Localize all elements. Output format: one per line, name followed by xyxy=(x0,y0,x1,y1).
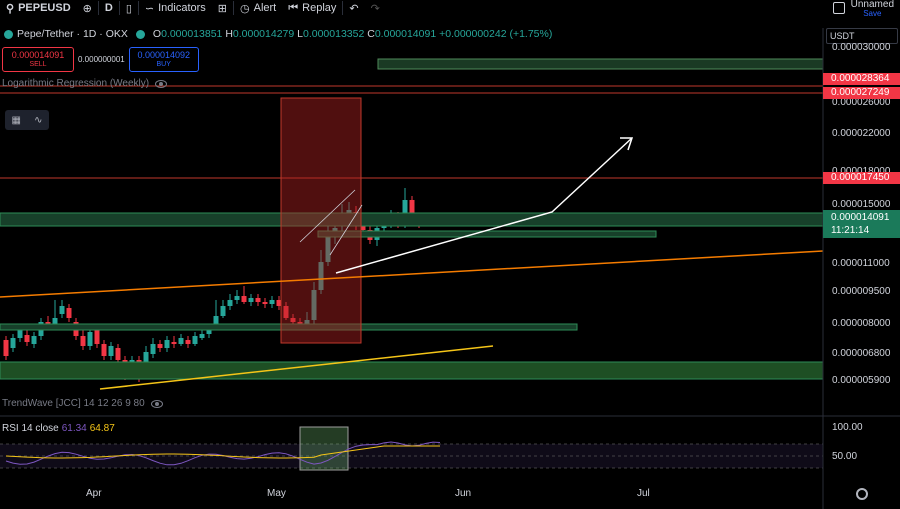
candle-body xyxy=(234,296,240,300)
layout-name-button[interactable]: Unnamed Save xyxy=(845,0,900,18)
candle-body xyxy=(192,336,198,344)
alert-button[interactable]: ◷ Alert xyxy=(234,0,282,16)
price-tick: 0.000008000 xyxy=(832,318,891,329)
wave-icon: ∿ xyxy=(34,114,43,126)
buy-button[interactable]: 0.000014092 BUY xyxy=(128,47,199,72)
price-tick: 0.000030000 xyxy=(832,42,891,53)
eye-icon[interactable] xyxy=(155,79,168,88)
rsi-tick: 50.00 xyxy=(832,451,858,462)
plus-circle-icon: ⊕ xyxy=(82,2,92,15)
price-tick: 0.000009500 xyxy=(832,286,891,297)
candle-body xyxy=(94,330,100,344)
indicator-collapse-button[interactable]: ▦ ∿ xyxy=(5,110,49,130)
price-tick: 0.000015000 xyxy=(832,199,891,210)
candle-body xyxy=(241,296,247,302)
candle-body xyxy=(185,340,191,344)
candle-body xyxy=(108,346,114,356)
rewind-icon: ⏮ xyxy=(288,1,299,14)
indicators-icon: ∽ xyxy=(144,2,155,15)
chart-canvas[interactable] xyxy=(0,0,900,509)
indicators-button[interactable]: ∽ Indicators xyxy=(139,0,212,16)
spread-value: 0.000000001 xyxy=(78,55,125,64)
candles-icon: ▯ xyxy=(125,2,132,15)
time-label: Apr xyxy=(86,488,102,499)
candle-body xyxy=(255,298,261,302)
candle-body xyxy=(171,342,177,344)
ohlc-values: O0.000013851 H0.000014279 L0.000013352 C… xyxy=(152,28,553,40)
redo-icon: ↷ xyxy=(370,2,380,15)
candle-body xyxy=(87,332,93,346)
support-zone-1 xyxy=(317,230,657,238)
time-label: Jul xyxy=(637,488,650,499)
candle-body xyxy=(115,348,121,360)
projection-arrow-line xyxy=(335,137,633,274)
alert-clock-icon: ◷ xyxy=(240,2,250,15)
candle-body xyxy=(262,302,268,304)
rsi-legend[interactable]: RSI 14 close 61.34 64.87 xyxy=(2,423,115,434)
candle-body xyxy=(164,340,170,348)
candle-body xyxy=(31,336,37,344)
pump-highlight-box xyxy=(280,97,362,344)
current-zone xyxy=(0,212,824,227)
undo-icon: ↶ xyxy=(349,2,359,15)
candle-body xyxy=(269,300,275,304)
price-tick: 0.000005900 xyxy=(832,375,891,386)
candle-body xyxy=(24,335,30,342)
menu-icon: ▦ xyxy=(11,114,21,126)
market-status-icon xyxy=(135,29,145,39)
time-label: Jun xyxy=(455,488,472,499)
rsi-tick: 100.00 xyxy=(832,422,863,433)
bottom-zone xyxy=(0,361,824,380)
price-label-resistance-2: 0.000027249 xyxy=(823,87,900,99)
bar-countdown: 11:21:14 xyxy=(831,225,870,236)
top-toolbar: ⚲ PEPEUSD ⊕ D ▯ ∽ Indicators ⊞ ◷ Alert ⏮… xyxy=(0,0,900,18)
sell-button[interactable]: 0.000014091 SELL xyxy=(2,47,74,72)
layout-checkbox[interactable] xyxy=(832,2,845,14)
redo-button[interactable]: ↷ xyxy=(365,0,386,16)
candle-body xyxy=(157,344,163,348)
trade-panel: 0.000014091 SELL 0.000000001 0.000014092… xyxy=(2,47,199,72)
candle-body xyxy=(227,300,233,306)
orange-trendline xyxy=(0,250,824,298)
log-regression-label[interactable]: Logarithmic Regression (Weekly) xyxy=(2,78,168,89)
chart-type-button[interactable]: ▯ xyxy=(120,0,138,16)
candle-body xyxy=(17,330,23,338)
price-tick: 0.000011000 xyxy=(832,258,890,269)
interval-button[interactable]: D xyxy=(99,0,119,16)
price-tick: 0.000006800 xyxy=(832,348,891,359)
candle-body xyxy=(3,340,9,356)
time-label: May xyxy=(267,488,286,499)
candle-body xyxy=(101,344,107,356)
compare-button[interactable]: ⊕ xyxy=(77,0,98,16)
eye-icon[interactable] xyxy=(150,399,163,408)
symbol-legend: Pepe/Tether · 1D · OKX O0.000013851 H0.0… xyxy=(4,28,552,40)
price-tick: 0.000022000 xyxy=(832,128,891,139)
symbol-search-button[interactable]: ⚲ PEPEUSD xyxy=(0,0,77,16)
candle-body xyxy=(59,306,65,314)
save-link[interactable]: Save xyxy=(863,9,881,18)
grid-icon: ⊞ xyxy=(217,2,228,15)
symbol-title[interactable]: Pepe/Tether · 1D · OKX xyxy=(17,28,128,40)
symbol-logo-icon xyxy=(4,29,13,39)
gear-icon[interactable] xyxy=(856,488,868,500)
price-label-resistance-1: 0.000028364 xyxy=(823,73,900,85)
templates-button[interactable]: ⊞ xyxy=(212,0,233,16)
search-icon: ⚲ xyxy=(6,2,15,15)
current-price-label: 0.000014091 11:21:14 xyxy=(823,210,900,238)
candle-body xyxy=(150,344,156,354)
replay-button[interactable]: ⏮ Replay xyxy=(282,0,342,16)
candle-body xyxy=(248,298,254,302)
candle-body xyxy=(10,338,16,348)
candle-body xyxy=(66,308,72,318)
candle-body xyxy=(178,338,184,344)
candle-body xyxy=(80,336,86,346)
candle-body xyxy=(220,306,226,316)
price-label-resistance-3: 0.000017450 xyxy=(823,172,900,184)
candle-body xyxy=(199,334,205,338)
rsi-highlight-box xyxy=(299,426,349,471)
undo-button[interactable]: ↶ xyxy=(343,0,364,16)
trendwave-label[interactable]: TrendWave [JCC] 14 12 26 9 80 xyxy=(2,398,163,409)
top-zone xyxy=(377,58,824,70)
